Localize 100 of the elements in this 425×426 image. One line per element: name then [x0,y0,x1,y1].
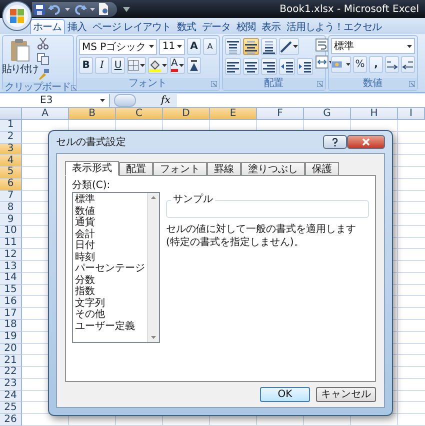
row-header[interactable]: 14 [0,272,22,285]
insert-function-button[interactable]: fx [158,94,174,106]
column-header[interactable]: C [116,108,163,120]
dialog-tab[interactable]: フォント [153,162,207,175]
row-header[interactable]: 21 [0,355,22,368]
row-header[interactable]: 1 [0,120,22,132]
align-bottom-button[interactable] [261,38,277,55]
dialog-tab[interactable]: 塗りつぶし [241,162,305,175]
ribbon-tab[interactable]: 表示 [258,19,284,34]
indent-increase-button[interactable] [297,58,313,75]
borders-button[interactable] [127,57,146,74]
align-center-button[interactable] [243,58,259,75]
ribbon-tab[interactable]: 挿入 [64,19,90,34]
row-header[interactable]: 25 [0,402,22,414]
number-format-dropdown[interactable]: 標準 [331,38,415,54]
decrease-decimal-button[interactable] [401,56,415,73]
row-header[interactable]: 5 [0,167,22,179]
list-item[interactable]: パーセンテージ [75,263,145,274]
row-header[interactable]: 19 [0,332,22,344]
column-header[interactable]: G [304,108,351,120]
list-item[interactable]: 通貨 [75,217,145,228]
row-header[interactable]: 26 [0,414,22,426]
dialog-tab[interactable]: 配置 [119,162,153,175]
dialog-button[interactable]: OK [260,387,310,402]
help-button[interactable] [323,135,347,149]
row-header[interactable]: 8 [0,202,22,214]
scissors-icon[interactable] [37,38,49,50]
column-header[interactable]: F [257,108,304,120]
category-list[interactable]: 標準 数値 通貨 会計 日付 時刻 パーセンテージ 分数 指数 文字列 その他 ユーザー定義 [72,192,160,343]
scroll-up-icon[interactable] [151,196,156,199]
increase-decimal-button[interactable] [385,56,399,73]
formula-input[interactable] [177,94,425,106]
italic-button[interactable]: I [95,57,109,74]
dialog-button[interactable]: キャンセル [316,387,376,402]
bold-button[interactable]: B [79,57,93,74]
dialog-launcher-icon[interactable] [71,85,78,91]
row-header[interactable]: 16 [0,296,22,308]
undo-icon[interactable] [48,4,62,14]
dialog-tab[interactable]: 保護 [305,162,339,175]
scroll-down-icon[interactable] [151,336,156,339]
font-size-dropdown[interactable]: 11 [159,38,185,54]
save-icon[interactable] [34,4,45,14]
list-item[interactable]: その他 [75,309,145,320]
row-header[interactable]: 6 [0,178,22,191]
list-item[interactable]: 文字列 [75,298,145,309]
redo-icon[interactable] [73,4,87,14]
column-header[interactable]: I [398,108,425,120]
ribbon-tab[interactable]: 活用しよう！エクセル [284,19,385,34]
fill-color-button[interactable] [148,57,168,74]
wrap-text-icon[interactable] [315,38,329,52]
row-header[interactable]: 4 [0,155,22,168]
phonetic-button[interactable] [186,57,201,74]
column-header[interactable]: B [69,108,116,120]
row-header[interactable]: 15 [0,284,22,296]
list-item[interactable]: 数値 [75,206,145,217]
align-top-button[interactable] [225,38,241,55]
indent-decrease-button[interactable] [279,58,295,75]
brush-icon[interactable] [37,68,49,80]
row-header[interactable]: 7 [0,190,22,202]
caret-icon[interactable] [123,6,130,12]
list-item[interactable]: 分数 [75,274,145,286]
resize-handle[interactable] [114,94,136,106]
dialog-tab[interactable]: 罫線 [207,162,241,175]
close-button[interactable] [347,135,385,149]
ribbon-tab[interactable]: ページ レイアウト [90,19,174,34]
row-header[interactable]: 11 [0,238,22,250]
scrollbar[interactable] [147,193,159,342]
row-header[interactable]: 9 [0,214,22,226]
align-middle-button[interactable] [243,38,259,55]
row-header[interactable]: 22 [0,367,22,379]
grow-font-button[interactable]: A [187,38,201,55]
ribbon-tab[interactable]: 校閲 [234,19,259,34]
column-header[interactable]: H [351,108,398,120]
row-header[interactable]: 23 [0,378,22,391]
row-header[interactable]: 12 [0,249,22,262]
list-item[interactable]: 指数 [75,286,145,298]
font-color-button[interactable]: A [170,57,185,74]
list-item[interactable]: 日付 [75,240,145,252]
column-header[interactable]: A [22,108,69,120]
row-header[interactable]: 24 [0,390,22,402]
row-header[interactable]: 2 [0,132,22,144]
row-header[interactable]: 3 [0,144,22,156]
row-header[interactable]: 18 [0,320,22,332]
name-box[interactable]: E3 [0,94,110,106]
percent-button[interactable]: % [353,56,367,73]
row-header[interactable]: 13 [0,261,22,273]
row-header[interactable]: 10 [0,226,22,238]
list-item[interactable]: 標準 [75,194,145,206]
copy-icon[interactable] [37,53,49,65]
merge-cells-icon[interactable] [315,55,333,69]
row-header[interactable]: 20 [0,344,22,356]
align-left-button[interactable] [225,58,241,75]
dialog-tab[interactable]: 表示形式 [65,161,119,176]
font-name-dropdown[interactable]: MS Pゴシック [79,38,158,54]
underline-button[interactable]: U [111,57,125,74]
ribbon-tab[interactable]: 数式 [174,19,200,34]
comma-button[interactable]: , [369,56,383,73]
orientation-button[interactable] [279,38,299,55]
ribbon-tab[interactable]: データ [199,19,234,34]
list-item[interactable]: ユーザー定義 [75,320,145,332]
